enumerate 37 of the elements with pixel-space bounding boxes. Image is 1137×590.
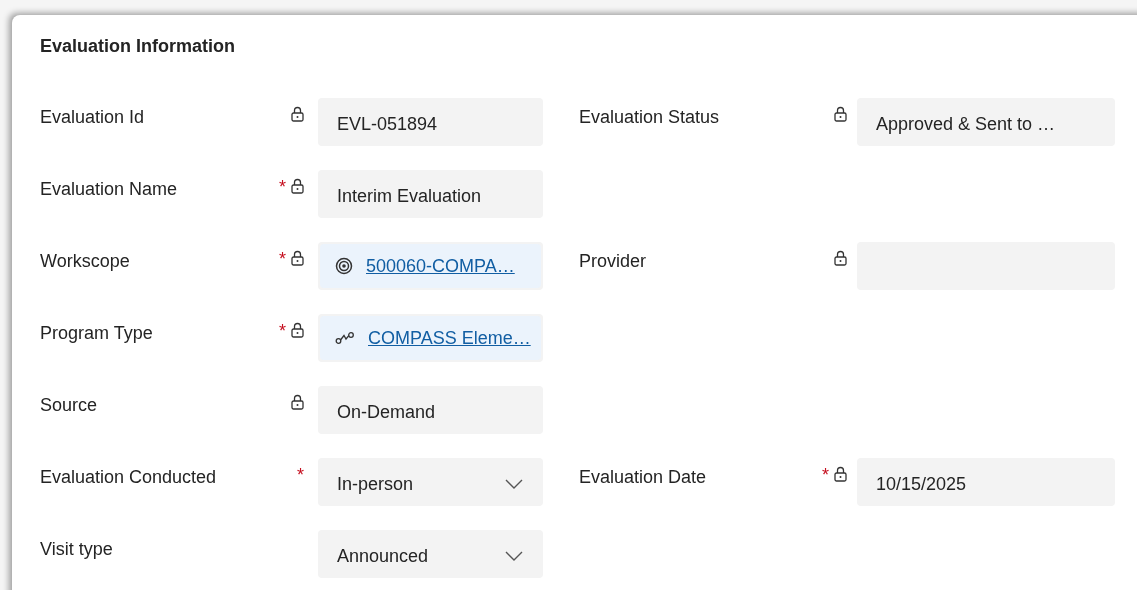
- lookup-field[interactable]: 500060-COMPA…: [318, 242, 543, 290]
- field-label: Visit type: [40, 538, 114, 561]
- text-field[interactable]: Approved & Sent to …: [857, 98, 1115, 146]
- lock-icon: [834, 466, 847, 482]
- required-asterisk: *: [297, 466, 304, 484]
- lock-icon: [291, 322, 304, 338]
- lock-icon: [834, 250, 847, 266]
- required-asterisk: *: [822, 466, 829, 484]
- chevron-down-icon: [505, 551, 523, 561]
- required-asterisk: *: [279, 322, 286, 340]
- text-field[interactable]: 10/15/2025: [857, 458, 1115, 506]
- field-label: Evaluation Name: [40, 178, 179, 201]
- connector-icon: [335, 331, 355, 345]
- text-field[interactable]: On-Demand: [318, 386, 543, 434]
- field-label: Evaluation Id: [40, 106, 146, 129]
- required-asterisk: *: [279, 250, 286, 268]
- field-label: Workscope: [40, 250, 131, 273]
- text-field[interactable]: Interim Evaluation: [318, 170, 543, 218]
- dropdown-field[interactable]: In-person: [318, 458, 543, 506]
- lock-icon: [834, 106, 847, 122]
- field-label: Source: [40, 394, 99, 417]
- lookup-field[interactable]: COMPASS Eleme…: [318, 314, 543, 362]
- target-icon: [335, 257, 353, 275]
- chevron-down-icon: [505, 479, 523, 489]
- lock-icon: [291, 394, 304, 410]
- lock-icon: [291, 250, 304, 266]
- field-label: Evaluation Status: [579, 106, 721, 129]
- required-asterisk: *: [279, 178, 286, 196]
- section-title: Evaluation Information: [40, 35, 236, 58]
- field-label: Program Type: [40, 322, 154, 345]
- field-label: Evaluation Date: [579, 466, 708, 489]
- field-label: Evaluation Conducted: [40, 466, 218, 489]
- field-label: Provider: [579, 250, 648, 273]
- dropdown-field[interactable]: Announced: [318, 530, 543, 578]
- lock-icon: [291, 178, 304, 194]
- text-field[interactable]: EVL-051894: [318, 98, 543, 146]
- lock-icon: [291, 106, 304, 122]
